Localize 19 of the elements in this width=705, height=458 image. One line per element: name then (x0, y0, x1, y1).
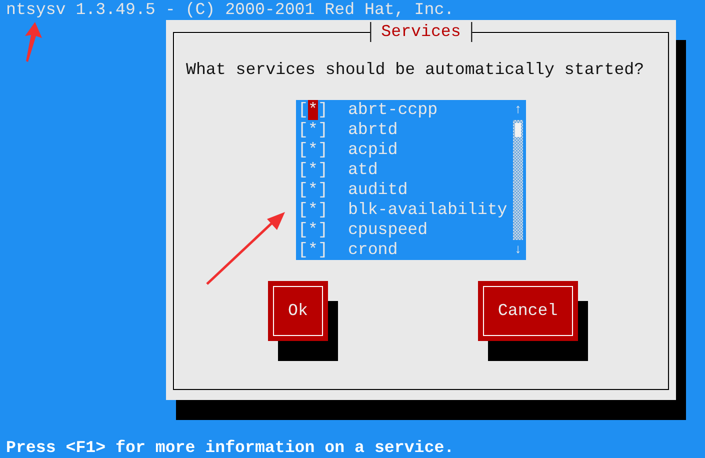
header-text: ntsysv 1.3.49.5 - (C) 2000-2001 Red Hat, Inc. (5, 0, 456, 20)
arrow-icon (205, 210, 287, 286)
status-text: Press <F1> for more information on a service. (5, 438, 456, 458)
arrow-icon (22, 22, 42, 62)
question-text: What services should be automatically started? (186, 60, 646, 80)
service-item[interactable]: [*] abrtd (298, 120, 512, 140)
ok-button[interactable]: Ok (268, 281, 328, 341)
service-item[interactable]: [*] acpid (298, 140, 512, 160)
scroll-down-arrow[interactable]: ↓ (514, 240, 522, 260)
service-item[interactable]: [*] crond (298, 240, 512, 260)
scrollbar-thumb[interactable] (515, 123, 521, 137)
service-item[interactable]: [*] abrt-ccpp (298, 100, 512, 120)
dialog-title: Services (370, 22, 472, 42)
service-item[interactable]: [*] atd (298, 160, 512, 180)
cancel-button[interactable]: Cancel (478, 281, 578, 341)
service-item[interactable]: [*] auditd (298, 180, 512, 200)
service-item[interactable]: [*] cpuspeed (298, 220, 512, 240)
scroll-up-arrow[interactable]: ↑ (514, 100, 522, 120)
service-item[interactable]: [*] blk-availability (298, 200, 512, 220)
